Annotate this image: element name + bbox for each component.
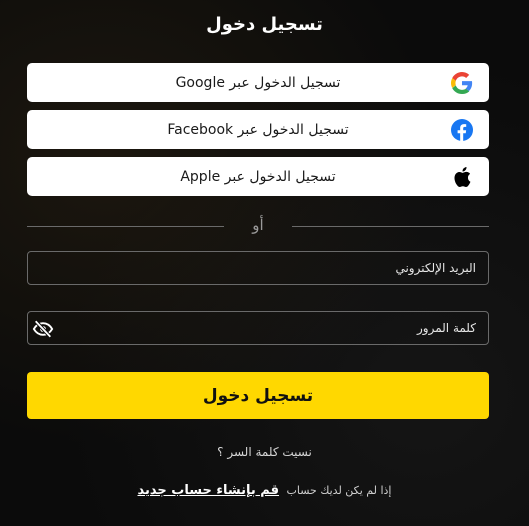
google-login-button[interactable]: تسجيل الدخول عبر Google [27, 63, 489, 102]
facebook-icon [451, 119, 473, 141]
divider-line-left [27, 226, 224, 227]
apple-icon [451, 166, 473, 188]
email-field-container [27, 251, 489, 285]
password-field-container [27, 311, 489, 345]
email-input[interactable] [28, 252, 488, 284]
page-title: تسجيل دخول [206, 14, 323, 35]
login-submit-button[interactable]: تسجيل دخول [27, 372, 489, 419]
signup-line: إذا لم يكن لديك حساب قم بإنشاء حساب جديد [0, 483, 529, 498]
apple-login-label: تسجيل الدخول عبر Apple [180, 168, 336, 185]
divider-line-right [292, 226, 489, 227]
apple-login-button[interactable]: تسجيل الدخول عبر Apple [27, 157, 489, 196]
facebook-login-button[interactable]: تسجيل الدخول عبر Facebook [27, 110, 489, 149]
login-page: تسجيل دخول تسجيل الدخول عبر Google تسجيل… [0, 0, 529, 526]
facebook-login-label: تسجيل الدخول عبر Facebook [167, 121, 349, 138]
google-icon [451, 72, 473, 94]
eye-off-icon[interactable] [32, 318, 54, 340]
create-account-link[interactable]: قم بإنشاء حساب جديد [138, 483, 280, 498]
or-divider-text: أو [252, 216, 264, 234]
login-submit-label: تسجيل دخول [202, 385, 314, 406]
password-input[interactable] [28, 312, 488, 344]
signup-prompt: إذا لم يكن لديك حساب [286, 484, 392, 497]
google-login-label: تسجيل الدخول عبر Google [175, 74, 341, 91]
forgot-password-link[interactable]: نسيت كلمة السر ؟ [0, 445, 529, 459]
